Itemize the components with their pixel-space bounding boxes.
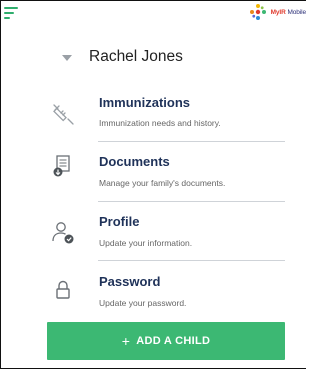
- divider: [98, 201, 285, 202]
- profile-selector[interactable]: Rachel Jones: [62, 43, 183, 71]
- logo-brand-text: MyIR: [270, 8, 286, 16]
- menu-item-title: Profile: [99, 214, 140, 229]
- menu-item-profile[interactable]: Profile Update your information.: [50, 212, 286, 270]
- menu-item-description: Manage your family's documents.: [99, 178, 226, 188]
- divider: [98, 260, 285, 261]
- caret-down-icon[interactable]: [62, 55, 72, 61]
- profile-name: Rachel Jones: [89, 48, 183, 65]
- app-logo: MyIR Mobile: [249, 3, 306, 21]
- lock-icon: [56, 280, 70, 299]
- menu-item-description: Update your password.: [99, 298, 187, 308]
- divider: [98, 141, 285, 142]
- document-download-icon: [53, 155, 70, 177]
- user-edit-icon: [52, 222, 74, 244]
- plus-icon: +: [121, 333, 131, 349]
- menu-item-title: Documents: [99, 154, 170, 169]
- menu-item-immunizations[interactable]: Immunizations Immunization needs and his…: [50, 93, 286, 151]
- app-screen: MyIR Mobile Rachel Jones Immunizations I…: [0, 0, 306, 369]
- top-bar: MyIR Mobile: [1, 1, 306, 25]
- logo-rest-text: Mobile: [285, 8, 306, 16]
- menu-item-title: Immunizations: [99, 95, 191, 110]
- menu-item-description: Immunization needs and history.: [99, 118, 221, 128]
- logo-mark-icon: [249, 4, 266, 20]
- add-child-button[interactable]: + ADD A CHILD: [47, 322, 285, 360]
- menu-item-title: Password: [99, 274, 161, 289]
- syringe-icon: [53, 104, 74, 125]
- menu-item-description: Update your information.: [99, 238, 193, 248]
- menu-item-password[interactable]: Password Update your password.: [50, 271, 286, 329]
- hamburger-menu-icon[interactable]: [4, 7, 18, 19]
- add-child-label: ADD A CHILD: [136, 335, 211, 347]
